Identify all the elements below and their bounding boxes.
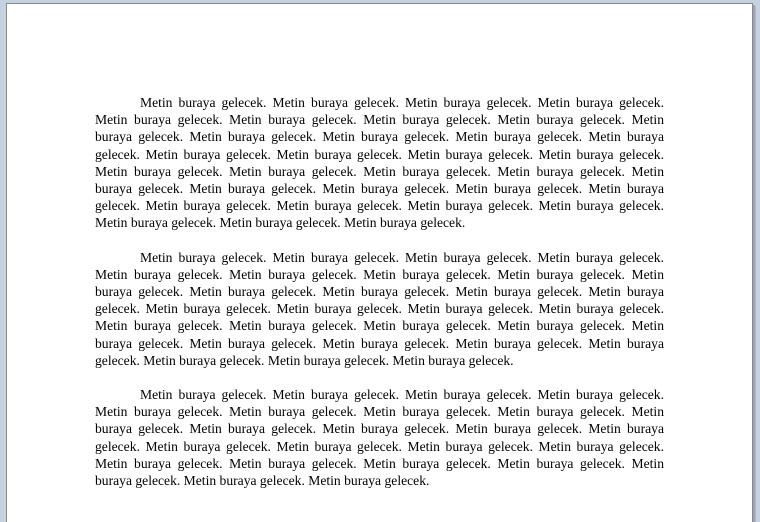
paragraph-2[interactable]: Metin buraya gelecek. Metin buraya gelec… [95,249,664,369]
document-page[interactable]: Metin buraya gelecek. Metin buraya gelec… [6,3,753,522]
document-workspace: Metin buraya gelecek. Metin buraya gelec… [0,0,760,522]
page-body[interactable]: Metin buraya gelecek. Metin buraya gelec… [95,94,664,506]
paragraph-1[interactable]: Metin buraya gelecek. Metin buraya gelec… [95,94,664,232]
paragraph-3[interactable]: Metin buraya gelecek. Metin buraya gelec… [95,386,664,489]
